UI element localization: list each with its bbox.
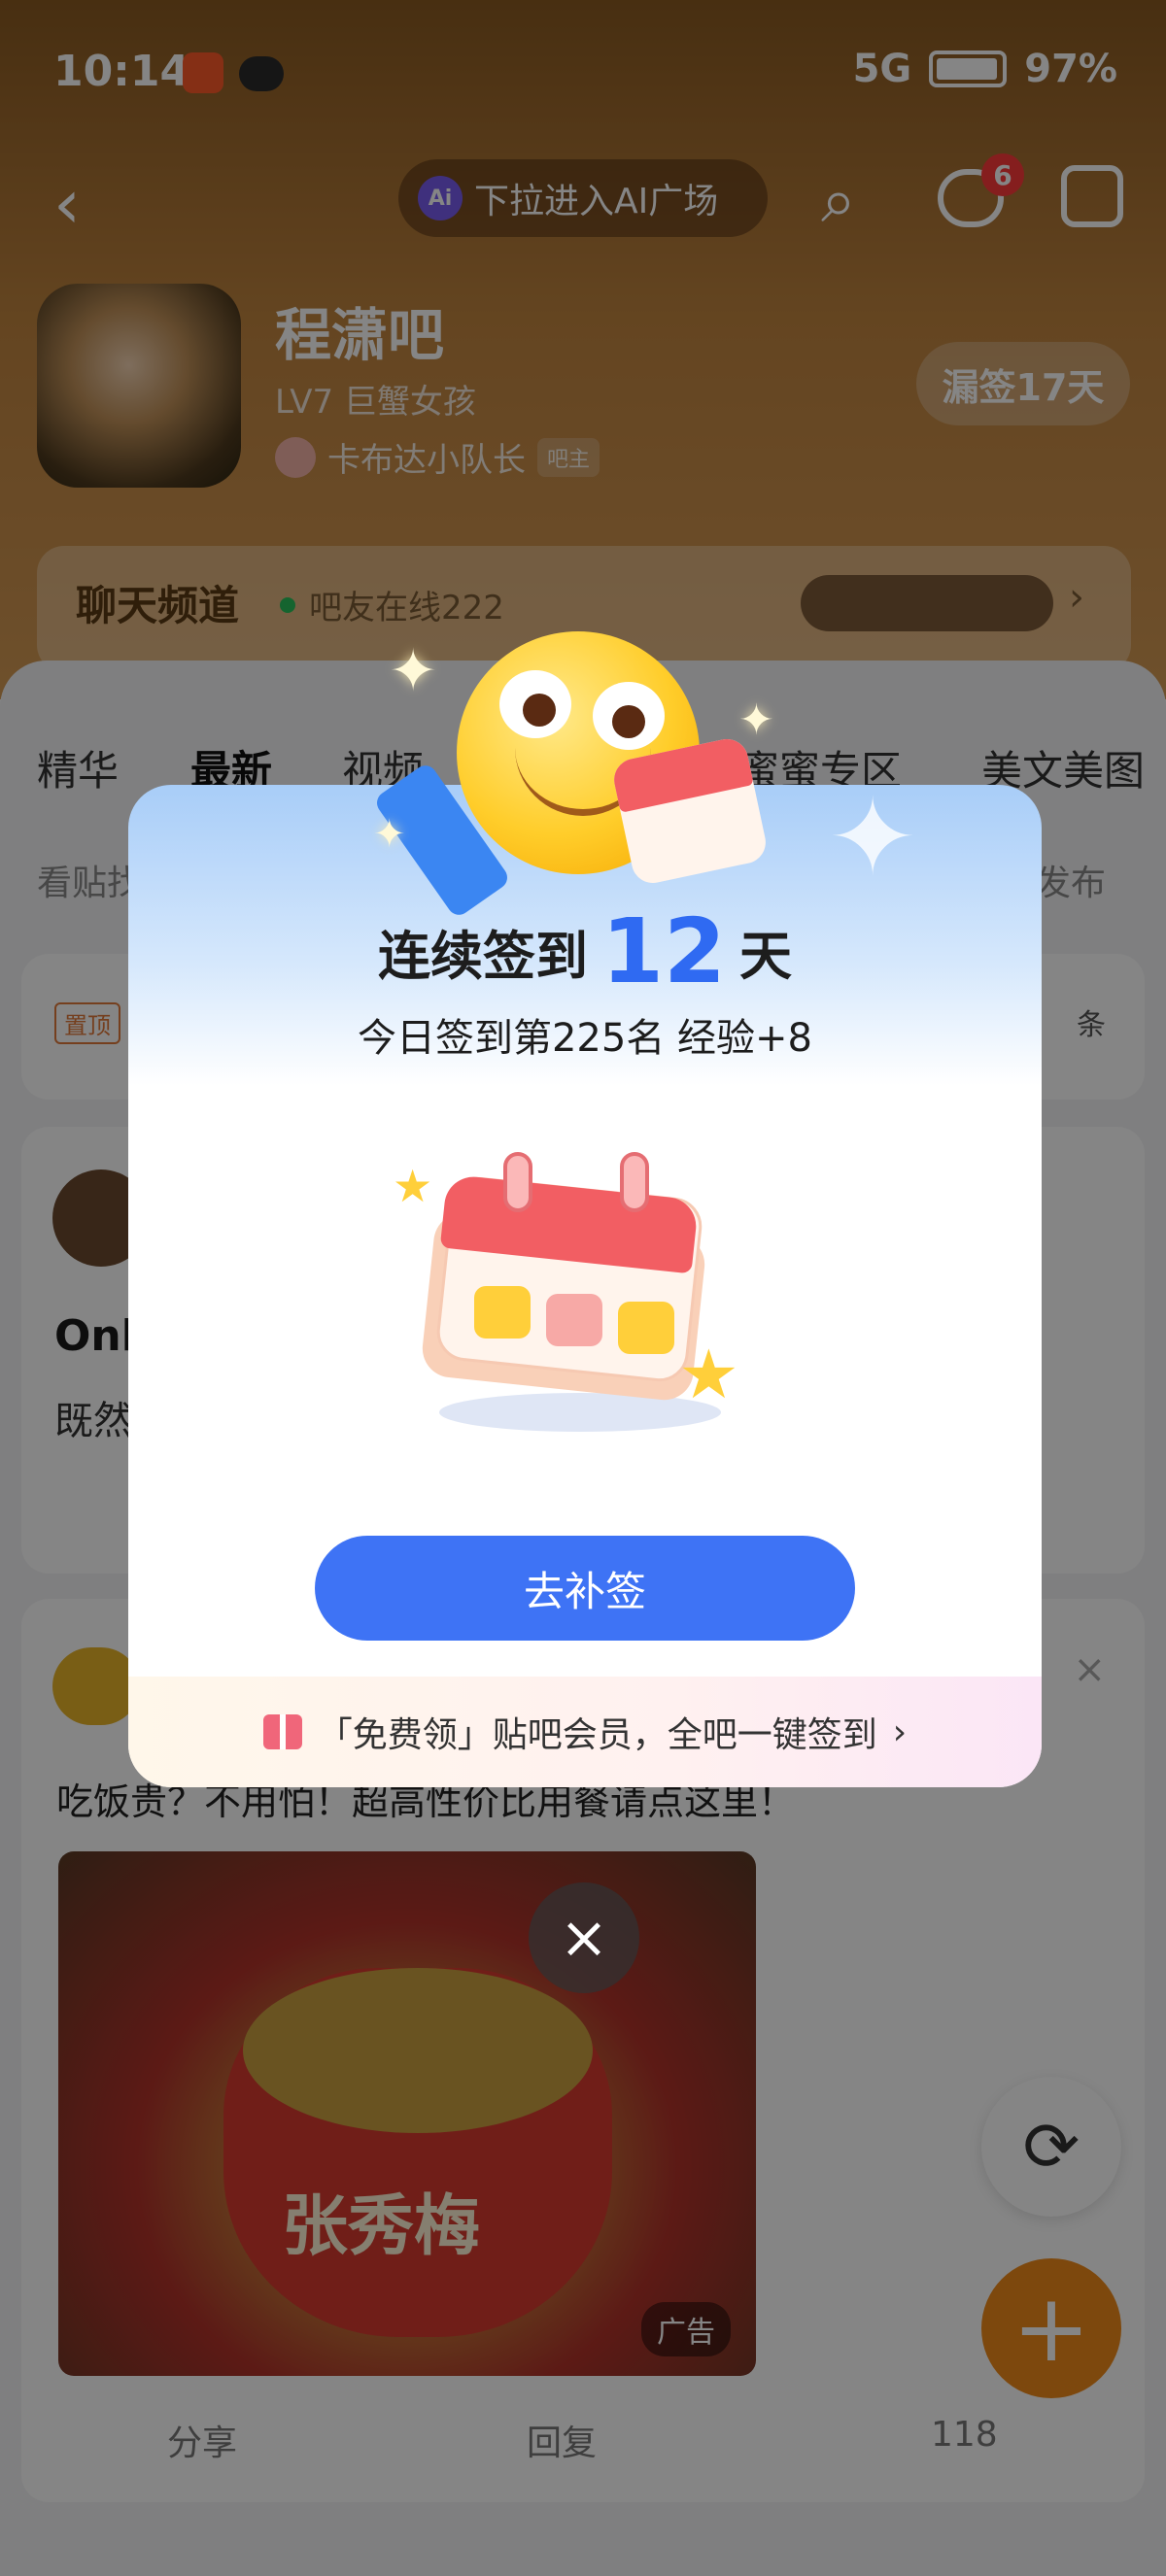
sparkle-icon: ✦ (373, 812, 406, 857)
close-dialog-button[interactable]: × (529, 1882, 639, 1993)
title-prefix: 连续签到 (377, 926, 588, 987)
membership-promo-text: 「免费领」贴吧会员，全吧一键签到 (317, 1715, 877, 1755)
title-suffix: 天 (739, 926, 793, 987)
dialog-title: 连续签到 12 天 (128, 899, 1042, 1003)
gift-icon (262, 1714, 302, 1749)
calendar-day-box (546, 1294, 602, 1346)
chevron-right-icon: › (892, 1712, 908, 1752)
star-icon: ★ (678, 1335, 739, 1414)
mascot-eye (499, 670, 571, 738)
modal-overlay[interactable]: ✦ 连续签到 12 天 今日签到第225名 经验+8 ★ ★ 去补签 「免费领」贴吧… (0, 0, 1166, 2576)
calendar-check-icon (474, 1286, 531, 1339)
streak-days: 12 (600, 899, 727, 1003)
dialog-subtitle: 今日签到第225名 经验+8 (357, 1016, 813, 1061)
signin-dialog: ✦ 连续签到 12 天 今日签到第225名 经验+8 ★ ★ 去补签 「免费领」贴吧… (128, 785, 1042, 1787)
calendar-ring (620, 1152, 649, 1212)
calendar-check-icon (618, 1302, 674, 1354)
calendar-illustration: ★ ★ (393, 1131, 750, 1441)
sparkle-icon: ✦ (389, 637, 438, 705)
membership-promo[interactable]: 「免费领」贴吧会员，全吧一键签到 › (128, 1677, 1042, 1787)
mascot-pupil (612, 705, 645, 738)
makeup-signin-button[interactable]: 去补签 (315, 1536, 855, 1641)
sparkle-icon: ✦ (738, 695, 774, 745)
sparkle-decoration: ✦ (828, 785, 918, 899)
calendar-ring (503, 1152, 532, 1212)
star-icon: ★ (393, 1160, 433, 1212)
mascot-pupil (523, 694, 556, 727)
